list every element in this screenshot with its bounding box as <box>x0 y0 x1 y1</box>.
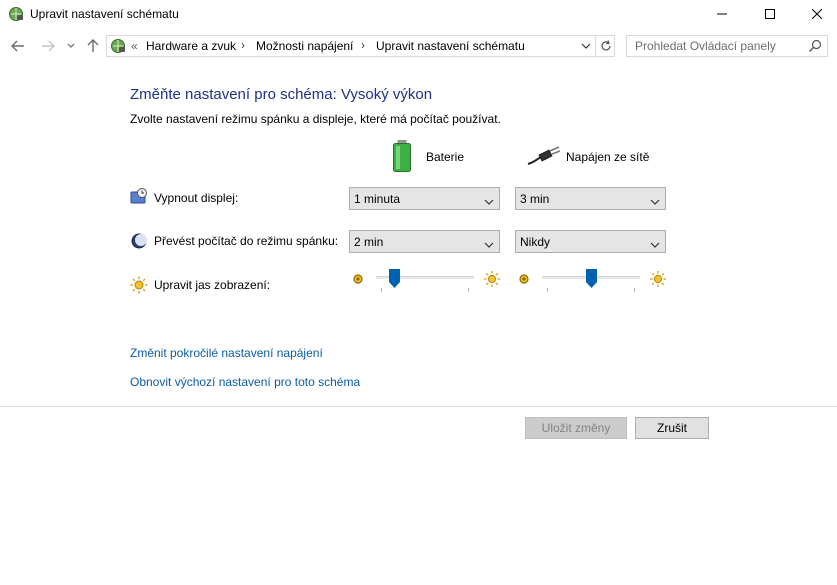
brightness-plugged-slider[interactable] <box>542 269 640 300</box>
close-button[interactable] <box>794 0 837 28</box>
breadcrumb-edit-plan[interactable]: Upravit nastavení schématu <box>376 39 525 53</box>
brightness-low-icon <box>352 273 364 285</box>
breadcrumb-overflow[interactable]: « <box>131 39 138 53</box>
title-bar: Upravit nastavení schématu <box>0 0 837 28</box>
sleep-plugged-value: Nikdy <box>520 235 551 249</box>
slider-tick <box>634 288 635 292</box>
refresh-button[interactable] <box>595 36 615 56</box>
advanced-settings-link[interactable]: Změnit pokročilé nastavení napájení <box>130 346 323 360</box>
battery-column-label: Baterie <box>426 150 465 164</box>
display-plugged-value: 3 min <box>520 192 550 206</box>
sleep-plugged-select[interactable]: Nikdy <box>515 230 666 253</box>
plugged-in-column-label: Napájen ze sítě <box>566 150 650 164</box>
slider-tick <box>468 288 469 292</box>
navigation-bar: « Hardware a zvuk › Možnosti napájení › … <box>0 32 837 60</box>
slider-tick <box>547 288 548 292</box>
brightness-battery-slider[interactable] <box>376 269 474 300</box>
chevron-down-icon <box>650 195 660 205</box>
brightness-label: Upravit jas zobrazení: <box>154 278 271 292</box>
save-changes-button[interactable]: Uložit změny <box>525 417 627 439</box>
maximize-button[interactable] <box>747 0 793 28</box>
turn-off-display-label: Vypnout displej: <box>154 191 239 205</box>
turn-off-display-icon <box>130 188 148 206</box>
breadcrumb-power-options[interactable]: Možnosti napájení <box>256 39 353 53</box>
up-button[interactable] <box>84 36 102 56</box>
brightness-low-icon <box>518 273 530 285</box>
search-box[interactable] <box>626 35 828 57</box>
power-plug-icon <box>527 146 561 166</box>
sleep-battery-value: 2 min <box>354 235 384 249</box>
brightness-high-icon <box>649 270 667 288</box>
brightness-battery-thumb[interactable] <box>389 269 400 288</box>
display-battery-select[interactable]: 1 minuta <box>349 187 500 210</box>
power-options-icon <box>8 6 24 22</box>
control-panel-icon <box>110 38 126 54</box>
sleep-icon <box>130 232 148 250</box>
search-input[interactable] <box>627 36 805 56</box>
minimize-button[interactable] <box>699 0 745 28</box>
address-dropdown-button[interactable] <box>577 36 595 56</box>
recent-locations-button[interactable] <box>64 36 78 56</box>
search-icon[interactable] <box>807 38 823 54</box>
brightness-plugged-thumb[interactable] <box>586 269 597 288</box>
window-title: Upravit nastavení schématu <box>30 7 179 21</box>
page-description: Zvolte nastavení režimu spánku a displej… <box>130 112 501 126</box>
cancel-button[interactable]: Zrušit <box>635 417 709 439</box>
divider <box>0 406 837 407</box>
display-plugged-select[interactable]: 3 min <box>515 187 666 210</box>
breadcrumb-separator-icon[interactable]: › <box>361 38 365 52</box>
chevron-down-icon <box>484 238 494 248</box>
breadcrumb-separator-icon[interactable]: › <box>241 38 245 52</box>
brightness-high-icon <box>483 270 501 288</box>
sleep-battery-select[interactable]: 2 min <box>349 230 500 253</box>
page-title: Změňte nastavení pro schéma: Vysoký výko… <box>130 86 433 103</box>
address-bar[interactable]: « Hardware a zvuk › Možnosti napájení › … <box>106 35 615 57</box>
forward-button[interactable] <box>38 36 58 56</box>
sleep-label: Převést počítač do režimu spánku: <box>154 234 339 248</box>
back-button[interactable] <box>8 36 28 56</box>
chevron-down-icon <box>484 195 494 205</box>
brightness-icon <box>130 276 148 294</box>
battery-icon <box>392 140 412 172</box>
display-battery-value: 1 minuta <box>354 192 401 206</box>
slider-tick <box>381 288 382 292</box>
breadcrumb-hardware[interactable]: Hardware a zvuk <box>146 39 236 53</box>
restore-defaults-link[interactable]: Obnovit výchozí nastavení pro toto schém… <box>130 375 360 389</box>
chevron-down-icon <box>650 238 660 248</box>
